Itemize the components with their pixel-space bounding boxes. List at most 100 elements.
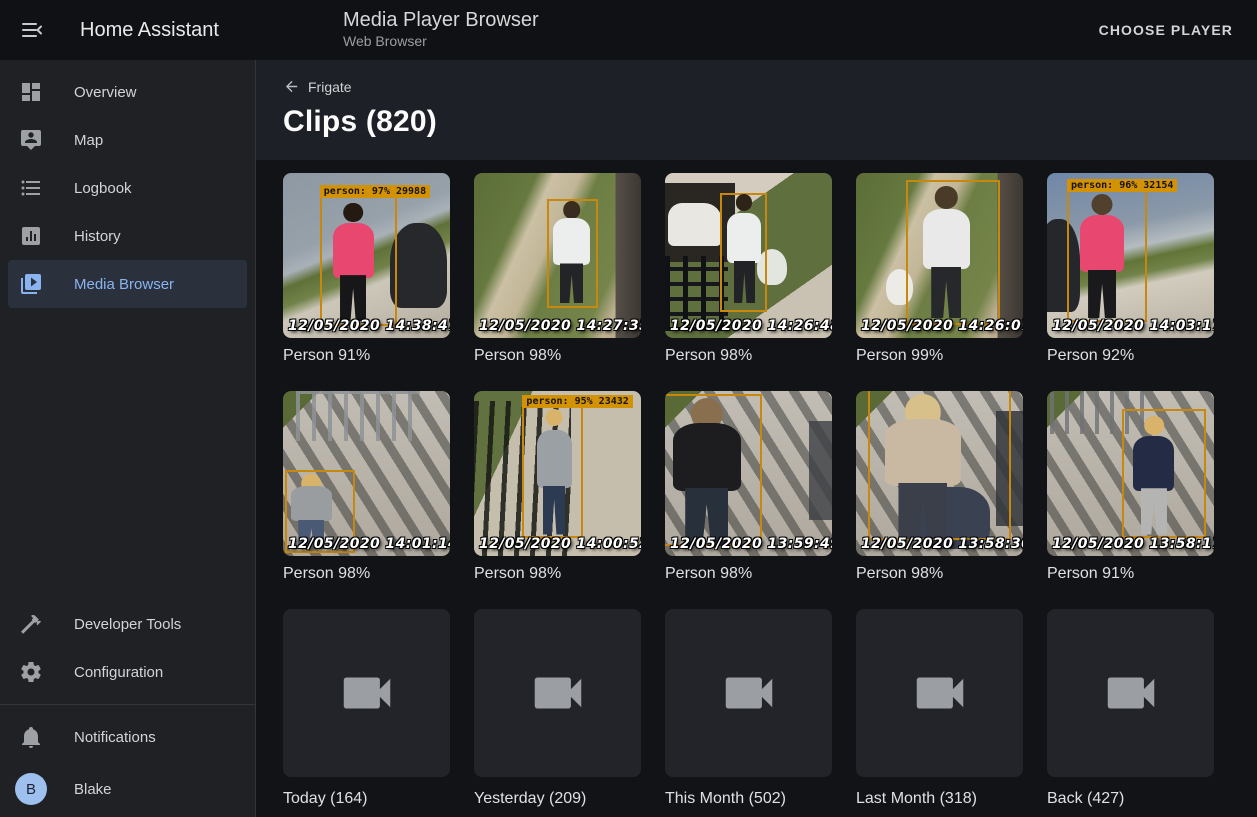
- person-figure: [1077, 194, 1127, 318]
- content-header: Frigate Clips (820): [256, 60, 1257, 160]
- person-figure: [534, 409, 574, 534]
- choose-player-button[interactable]: CHOOSE PLAYER: [1091, 14, 1241, 46]
- clip-timestamp: 12/05/2020 14:26:07: [861, 318, 1023, 334]
- sidebar-item-configuration[interactable]: Configuration: [0, 648, 255, 696]
- folder-item-this-month[interactable]: This Month (502): [665, 609, 832, 808]
- folder-tile: [474, 609, 641, 777]
- detection-label: person: 96% 32154: [1067, 179, 1177, 192]
- sidebar-item-label: Developer Tools: [74, 616, 181, 633]
- video-camera-icon: [718, 662, 780, 724]
- clip-thumbnail: 12/05/2020 14:01:14: [283, 391, 450, 556]
- sidebar-item-developer-tools[interactable]: Developer Tools: [0, 600, 255, 648]
- clip-caption: Person 98%: [856, 564, 1023, 583]
- person-figure: [551, 201, 593, 303]
- app-title: Home Assistant: [80, 19, 219, 42]
- sidebar-item-label: Overview: [74, 84, 137, 101]
- folder-caption: Yesterday (209): [474, 789, 641, 808]
- clip-thumbnail: 12/05/2020 14:27:35: [474, 173, 641, 338]
- sidebar-item-label: Media Browser: [74, 276, 174, 293]
- scene-shape: [296, 391, 420, 441]
- clip-item[interactable]: 12/05/2020 13:59:49 Person 98%: [665, 391, 832, 583]
- sidebar-item-map[interactable]: Map: [0, 116, 255, 164]
- clip-caption: Person 91%: [283, 346, 450, 365]
- sidebar-item-label: Map: [74, 132, 103, 149]
- person-figure: [879, 394, 966, 539]
- clip-timestamp: 12/05/2020 14:26:48: [670, 318, 832, 334]
- folder-item-back[interactable]: Back (427): [1047, 609, 1214, 808]
- clip-caption: Person 98%: [665, 564, 832, 583]
- sidebar-user-profile[interactable]: B Blake: [0, 761, 255, 817]
- folder-item-today[interactable]: Today (164): [283, 609, 450, 808]
- clip-timestamp: 12/05/2020 13:58:17: [1052, 536, 1214, 552]
- sidebar-spacer: [0, 308, 255, 600]
- sidebar-divider: [0, 704, 255, 705]
- main-content: Frigate Clips (820) person: 97% 29988 12…: [256, 60, 1257, 817]
- page-section-title: Clips (820): [283, 105, 1257, 139]
- clip-thumbnail: person: 97% 29988 12/05/2020 14:38:47: [283, 173, 450, 338]
- clip-item[interactable]: 12/05/2020 13:58:17 Person 91%: [1047, 391, 1214, 583]
- folder-caption: This Month (502): [665, 789, 832, 808]
- clip-timestamp: 12/05/2020 13:59:49: [670, 536, 832, 552]
- clip-thumbnail: 12/05/2020 13:58:30: [856, 391, 1023, 556]
- folder-item-yesterday[interactable]: Yesterday (209): [474, 609, 641, 808]
- scene-shape: [809, 421, 832, 520]
- folder-tile: [283, 609, 450, 777]
- clip-item[interactable]: 12/05/2020 14:01:14 Person 98%: [283, 391, 450, 583]
- clip-caption: Person 98%: [665, 346, 832, 365]
- sidebar-item-label: History: [74, 228, 121, 245]
- menu-open-icon[interactable]: [20, 18, 44, 42]
- detection-label: person: 97% 29988: [320, 185, 430, 198]
- arrow-left-icon: [283, 78, 300, 95]
- tooltip-account-icon: [19, 128, 43, 152]
- clip-item[interactable]: person: 95% 23432 12/05/2020 14:00:52 Pe…: [474, 391, 641, 583]
- clip-item[interactable]: 12/05/2020 14:26:48 Person 98%: [665, 173, 832, 365]
- clip-item[interactable]: 12/05/2020 13:58:30 Person 98%: [856, 391, 1023, 583]
- folder-caption: Back (427): [1047, 789, 1214, 808]
- person-figure: [1131, 416, 1178, 535]
- user-name: Blake: [74, 781, 112, 798]
- clip-thumbnail: 12/05/2020 13:59:49: [665, 391, 832, 556]
- folder-item-last-month[interactable]: Last Month (318): [856, 609, 1023, 808]
- sidebar-item-label: Logbook: [74, 180, 132, 197]
- sidebar-item-media-browser[interactable]: Media Browser: [8, 260, 247, 308]
- clip-timestamp: 12/05/2020 14:01:14: [288, 536, 450, 552]
- detection-label: person: 95% 23432: [522, 395, 632, 408]
- clip-item[interactable]: person: 96% 32154 12/05/2020 14:03:17 Pe…: [1047, 173, 1214, 365]
- sidebar-item-logbook[interactable]: Logbook: [0, 164, 255, 212]
- avatar: B: [15, 773, 47, 805]
- format-list-bulleted-icon: [19, 176, 43, 200]
- sidebar-item-notifications[interactable]: Notifications: [0, 713, 255, 761]
- clip-caption: Person 98%: [474, 564, 641, 583]
- sidebar-item-label: Notifications: [74, 729, 156, 746]
- bell-icon: [19, 725, 43, 749]
- clip-caption: Person 98%: [474, 346, 641, 365]
- clip-thumbnail: 12/05/2020 13:58:17: [1047, 391, 1214, 556]
- view-dashboard-icon: [19, 80, 43, 104]
- person-figure: [330, 203, 377, 322]
- sidebar-item-history[interactable]: History: [0, 212, 255, 260]
- clip-caption: Person 91%: [1047, 564, 1214, 583]
- media-player-header: Media Player Browser Web Browser: [343, 8, 539, 50]
- clip-thumbnail: 12/05/2020 14:26:07: [856, 173, 1023, 338]
- clip-item[interactable]: 12/05/2020 14:26:07 Person 99%: [856, 173, 1023, 365]
- folder-tile: [665, 609, 832, 777]
- folder-tile: [1047, 609, 1214, 777]
- page-title: Media Player Browser: [343, 8, 539, 32]
- gear-icon: [19, 660, 43, 684]
- clip-timestamp: 12/05/2020 14:03:17: [1052, 318, 1214, 334]
- play-box-multiple-icon: [19, 272, 43, 296]
- clip-timestamp: 12/05/2020 14:27:35: [479, 318, 641, 334]
- sidebar-item-overview[interactable]: Overview: [0, 68, 255, 116]
- folder-caption: Last Month (318): [856, 789, 1023, 808]
- clip-thumbnail: person: 95% 23432 12/05/2020 14:00:52: [474, 391, 641, 556]
- clip-item[interactable]: 12/05/2020 14:27:35 Person 98%: [474, 173, 641, 365]
- clip-thumbnail: 12/05/2020 14:26:48: [665, 173, 832, 338]
- folder-caption: Today (164): [283, 789, 450, 808]
- clip-caption: Person 98%: [283, 564, 450, 583]
- hammer-icon: [19, 612, 43, 636]
- breadcrumb[interactable]: Frigate: [283, 78, 352, 95]
- clip-item[interactable]: person: 97% 29988 12/05/2020 14:38:47 Pe…: [283, 173, 450, 365]
- person-figure: [919, 186, 972, 318]
- video-camera-icon: [336, 662, 398, 724]
- chart-box-icon: [19, 224, 43, 248]
